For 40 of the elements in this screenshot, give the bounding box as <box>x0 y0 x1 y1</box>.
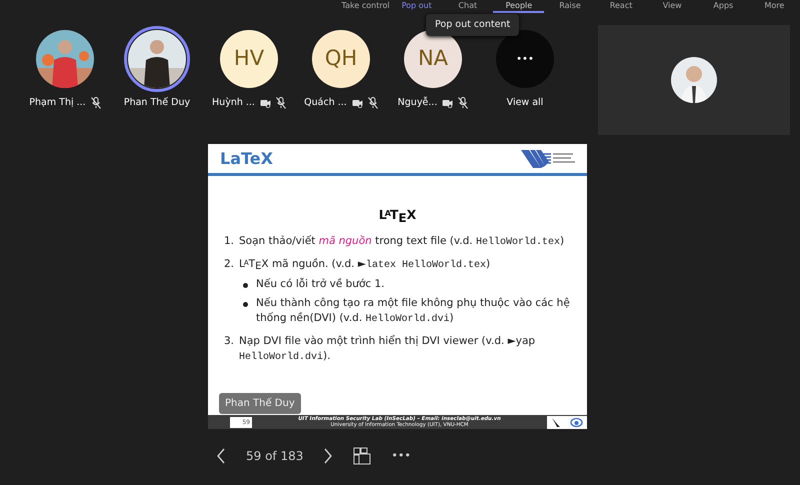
toolbar-button[interactable]: Pop out <box>391 0 442 13</box>
presenter-label: Phan Thế Duy <box>219 393 301 414</box>
orbit-logo-icon <box>570 416 583 428</box>
toolbar-button[interactable]: Take control <box>340 0 392 13</box>
list-number: 2. <box>224 256 236 272</box>
slide-header: LaTeX <box>220 148 273 170</box>
page-counter: 59 of 183 <box>246 448 304 465</box>
more-options-button[interactable]: ••• <box>391 448 411 464</box>
toolbar-button[interactable]: Apps <box>698 0 749 13</box>
participant-name: Phạm Thị ... <box>29 96 86 110</box>
bullet-dot <box>243 282 248 288</box>
grid-view-button[interactable] <box>353 447 372 465</box>
participant-name: Quách ... <box>304 96 347 110</box>
next-button[interactable] <box>323 448 334 464</box>
list-item-text: Nạp DVI file vào một trình hiển thị DVI viewer (v.d. ►yap HelloWorld.dvi). <box>239 334 536 365</box>
chevron-left-icon <box>216 448 226 464</box>
bullet-text: Nếu có lỗi trở về bước 1. <box>256 276 385 292</box>
bullet-dot <box>243 302 248 307</box>
list-item-text: Soạn thảo/viết mã nguồn trong text file (v.d. HelloWorld.tex) <box>239 234 564 250</box>
avatar: HV <box>220 30 278 88</box>
participant-name: Nguyễ... <box>398 96 438 110</box>
bullet-text: Nếu thành công tạo ra một file không phụ thuộc vào các hệ thống nền(DVI) (v.d. HelloWorld.dvi) <box>256 296 571 327</box>
toolbar-button[interactable]: React <box>596 0 647 13</box>
avatar: NA <box>404 30 462 88</box>
view-all-label[interactable]: View all <box>506 96 544 110</box>
toolbar-button[interactable]: Raise <box>544 0 596 13</box>
participant-name: Phan Thế Duy <box>124 96 190 110</box>
list-number: 1. <box>224 234 236 249</box>
previous-button[interactable] <box>216 448 226 464</box>
participant-name: Huỳnh ... <box>212 96 255 110</box>
toolbar-button[interactable]: Chat <box>442 0 494 13</box>
chevron-right-icon <box>323 448 334 464</box>
tooltip: Pop out content <box>426 14 520 36</box>
list-number: 3. <box>224 334 236 349</box>
university-logo <box>521 148 577 170</box>
view-all-button[interactable]: ••• <box>496 30 554 88</box>
avatar: QH <box>312 30 370 88</box>
toolbar-button[interactable]: More <box>748 0 800 13</box>
grid-icon <box>353 447 372 465</box>
toolbar-button[interactable]: View <box>646 0 698 13</box>
